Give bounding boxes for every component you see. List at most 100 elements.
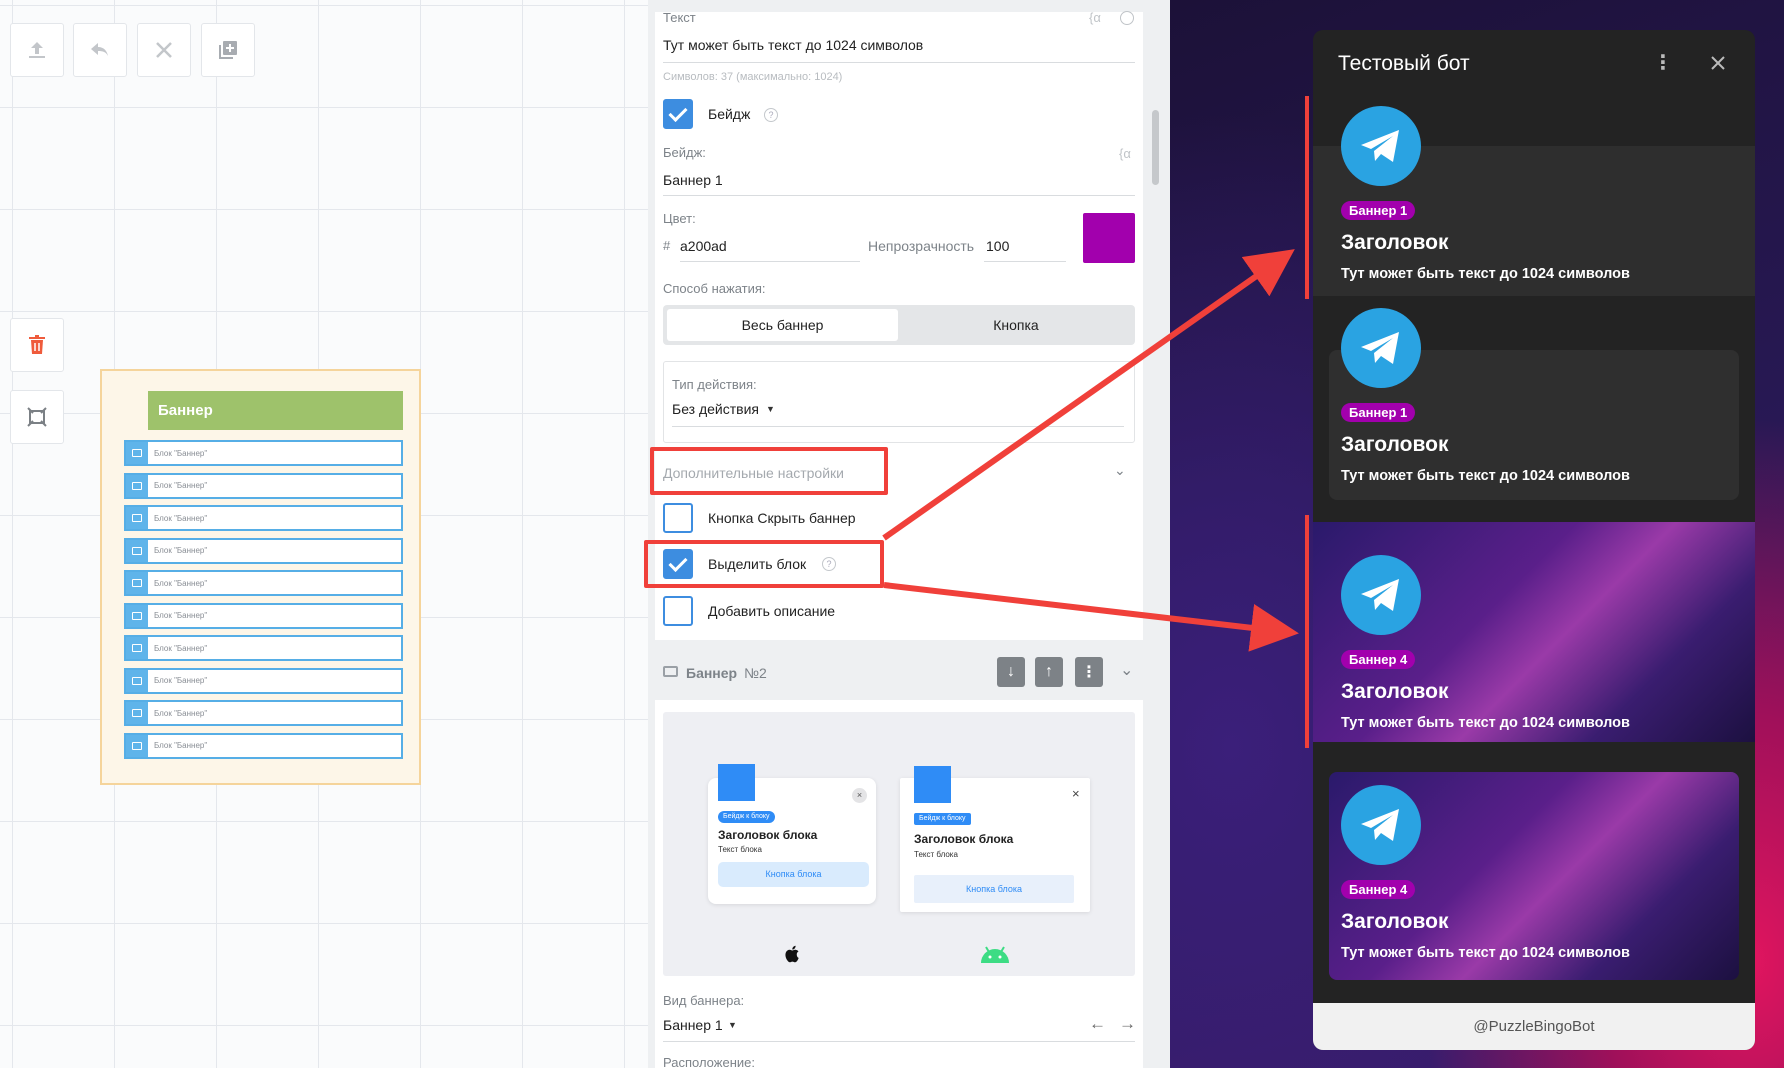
more-vertical-icon[interactable]: ⋮: [1653, 50, 1673, 75]
close-button[interactable]: [137, 23, 191, 77]
badge-label: Бейдж:: [663, 145, 706, 160]
help-icon[interactable]: ?: [764, 108, 778, 122]
banner-icon: [126, 474, 148, 497]
banner-text: Тут может быть текст до 1024 символов: [1341, 715, 1630, 731]
android-text: Текст блока: [914, 850, 958, 859]
ios-badge: Бейдж к блоку: [718, 811, 775, 823]
bot-footer: @PuzzleBingoBot: [1313, 1003, 1755, 1050]
apple-icon[interactable]: [783, 944, 803, 964]
banner-title: Заголовок: [1341, 433, 1449, 456]
banner-icon: [126, 507, 148, 529]
telegram-logo-icon: [1341, 106, 1421, 186]
undo-icon: [91, 43, 108, 56]
banner-badge: Баннер 1: [1341, 201, 1416, 220]
panel-scrollbar[interactable]: [1152, 110, 1159, 185]
color-input[interactable]: a200ad: [680, 238, 727, 254]
flow-block-label: Блок "Баннер": [154, 448, 208, 458]
telegram-logo-icon: [1341, 785, 1421, 865]
node-title: Баннер: [148, 391, 403, 430]
flow-block[interactable]: Блок "Баннер": [124, 570, 403, 596]
dropdown-arrow-icon: ▼: [766, 404, 775, 414]
banner-title: Заголовок: [1341, 231, 1449, 254]
flow-block[interactable]: Блок "Баннер": [124, 472, 403, 499]
flow-block[interactable]: Блок "Баннер": [124, 440, 403, 466]
arrow-left-icon[interactable]: ←: [1089, 1014, 1106, 1034]
upload-button[interactable]: [10, 23, 64, 77]
flow-block[interactable]: Блок "Баннер": [124, 505, 403, 531]
android-icon[interactable]: [979, 944, 1011, 964]
upload-icon: [29, 42, 45, 58]
add-description-label: Добавить описание: [708, 603, 836, 619]
fit-view-button[interactable]: [10, 390, 64, 444]
press-option-whole-banner[interactable]: Весь баннер: [667, 309, 898, 341]
action-type-select[interactable]: Без действия: [672, 401, 759, 417]
text-input[interactable]: Тут может быть текст до 1024 символов: [663, 37, 923, 53]
chevron-down-icon[interactable]: ⌄: [1114, 462, 1126, 479]
fit-view-icon: [27, 407, 47, 427]
more-button[interactable]: ⋮: [1075, 657, 1103, 687]
undo-button[interactable]: [73, 23, 127, 77]
press-method-label: Способ нажатия:: [663, 281, 766, 296]
banner-icon: [126, 572, 148, 594]
android-title: Заголовок блока: [914, 832, 1014, 846]
flow-block-label: Блок "Баннер": [154, 611, 208, 620]
banner2-title: Баннер: [686, 665, 738, 681]
banner-node[interactable]: Баннер Блок "Баннер" Блок "Баннер" Блок "Б…: [100, 369, 421, 785]
flow-block[interactable]: Блок "Баннер": [124, 602, 403, 629]
flow-block[interactable]: Блок "Баннер": [124, 537, 403, 564]
telegram-window: Тестовый бот ⋮ Баннер 1 Заголовок Тут може…: [1313, 30, 1755, 1050]
ios-title: Заголовок блока: [718, 828, 818, 842]
duplicate-button[interactable]: [201, 23, 255, 77]
variable-icon[interactable]: {α: [1119, 146, 1131, 161]
chevron-down-icon[interactable]: ⌄: [1120, 660, 1133, 680]
banner-badge: Баннер 1: [1341, 403, 1416, 422]
opacity-input[interactable]: 100: [986, 238, 1009, 254]
banner-text: Тут может быть текст до 1024 символов: [1341, 266, 1630, 282]
arrow-up-icon: ↑: [1045, 663, 1053, 680]
banner-preview: Бейдж к блоку Заголовок блока Текст блок…: [663, 712, 1135, 976]
flow-block[interactable]: Блок "Баннер": [124, 700, 403, 726]
telegram-logo-icon: [1341, 308, 1421, 388]
char-counter: Символов: 37 (максимально: 1024): [663, 71, 843, 83]
highlight-box-block: [644, 540, 884, 588]
banner-icon: [126, 539, 148, 562]
add-description-checkbox[interactable]: [663, 596, 693, 626]
banner-icon: [126, 669, 148, 692]
badge-checkbox[interactable]: [663, 99, 693, 129]
banner-icon: [663, 666, 678, 677]
flow-block[interactable]: Блок "Баннер": [124, 667, 403, 694]
close-icon: ×: [1072, 786, 1080, 801]
banner-title: Заголовок: [1341, 680, 1449, 703]
flow-block[interactable]: Блок "Баннер": [124, 635, 403, 661]
hide-banner-checkbox[interactable]: [663, 503, 693, 533]
arrow-right-icon[interactable]: →: [1119, 1014, 1136, 1034]
flow-block-label: Блок "Баннер": [154, 481, 208, 490]
banner-text: Тут может быть текст до 1024 символов: [1341, 945, 1630, 961]
banner2-number: №2: [744, 665, 767, 681]
more-vertical-icon: ⋮: [1081, 664, 1097, 681]
arrow-down-icon: ↓: [1007, 663, 1015, 680]
color-label: Цвет:: [663, 211, 696, 226]
move-up-button[interactable]: ↑: [1035, 657, 1063, 687]
banner-badge: Баннер 4: [1341, 880, 1416, 899]
preview-image: [914, 766, 951, 803]
banner-icon: [126, 702, 148, 724]
delete-button[interactable]: [10, 318, 64, 372]
press-method-toggle: Весь баннер Кнопка: [663, 305, 1135, 345]
banner-view-select[interactable]: Баннер 1: [663, 1017, 723, 1033]
bot-title: Тестовый бот: [1338, 52, 1470, 75]
ios-preview-card: Бейдж к блоку Заголовок блока Текст блок…: [708, 764, 876, 904]
flow-block-label: Блок "Баннер": [154, 741, 208, 750]
flow-block[interactable]: Блок "Баннер": [124, 732, 403, 759]
banner-icon: [126, 734, 148, 757]
banner-icon: [126, 442, 148, 464]
emoji-icon[interactable]: [1120, 11, 1134, 25]
variable-icon[interactable]: {α: [1089, 10, 1101, 25]
badge-input[interactable]: Баннер 1: [663, 172, 723, 188]
press-option-button[interactable]: Кнопка: [901, 309, 1131, 341]
color-swatch[interactable]: [1083, 213, 1135, 263]
highlight-bar-1: [1305, 96, 1309, 299]
close-icon[interactable]: [1710, 55, 1726, 71]
move-down-button[interactable]: ↓: [997, 657, 1025, 687]
banner-text: Тут может быть текст до 1024 символов: [1341, 468, 1630, 484]
